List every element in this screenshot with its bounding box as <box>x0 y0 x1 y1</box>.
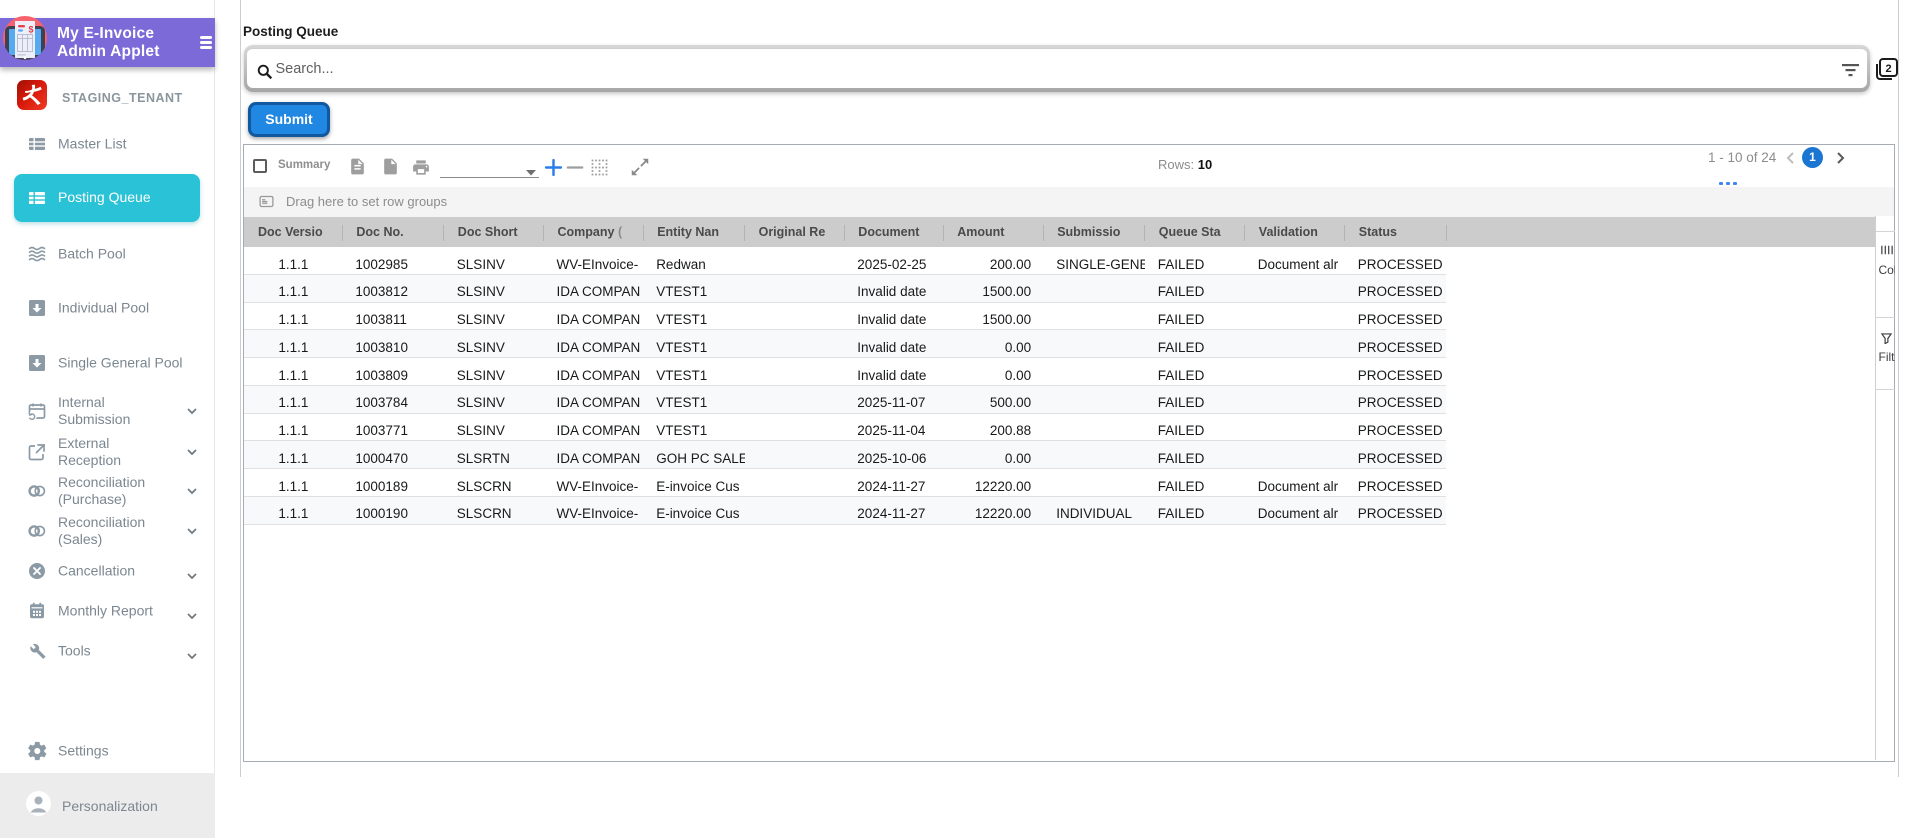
svg-text:2: 2 <box>1885 63 1891 75</box>
svg-text:$: $ <box>29 25 34 35</box>
